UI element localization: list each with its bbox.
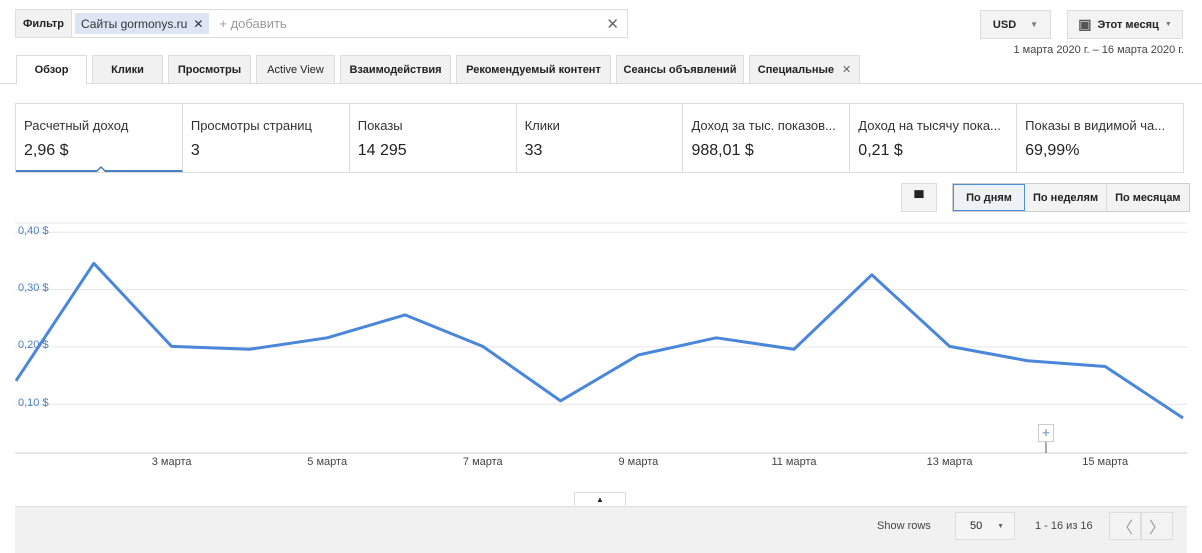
metric-value: 69,99% [1025, 142, 1080, 159]
collapse-chart-button[interactable]: ▲ [574, 492, 626, 507]
report-tabs: Обзор Клики Просмотры Active View Взаимо… [0, 55, 1202, 85]
x-tick-label: 5 марта [307, 456, 348, 468]
metric-card[interactable]: Показы в видимой ча... 69,99% [1017, 104, 1183, 172]
metric-value: 0,21 $ [858, 142, 903, 159]
metric-card[interactable]: Расчетный доход 2,96 $ [16, 104, 183, 172]
filter-bar: Фильтр Сайты gormonys.ru ✕ + добавить ✕ [15, 9, 628, 38]
metric-card[interactable]: Доход на тысячу пока... 0,21 $ [850, 104, 1018, 172]
x-tick-label: 3 марта [151, 456, 192, 468]
metric-cards: Расчетный доход 2,96 $ Просмотры страниц 3 П… [15, 103, 1184, 173]
filter-button[interactable]: Фильтр [16, 10, 72, 37]
metric-label: Доход на тысячу пока... [858, 118, 1001, 133]
x-tick-label: 15 марта [1082, 456, 1129, 468]
filter-chip-label: Сайты gormonys.ru [81, 16, 188, 31]
chevron-down-icon: ▼ [997, 522, 1004, 530]
metric-value: 3 [190, 142, 200, 159]
by-day-button[interactable]: По дням [953, 184, 1025, 211]
y-tick-label: 0,40 $ [18, 224, 49, 237]
tab-overview[interactable]: Обзор [16, 55, 87, 85]
close-icon[interactable]: ✕ [842, 63, 851, 76]
revenue-chart [14, 222, 1187, 454]
currency-label: USD [992, 18, 1017, 31]
calendar-icon: ▣ [1078, 16, 1092, 32]
caret-icon [96, 166, 106, 172]
period-dropdown[interactable]: ▣ Этот месяц ▼ [1067, 10, 1183, 39]
y-tick-label: 0,30 $ [18, 282, 49, 295]
metric-label: Доход за тыс. показов... [691, 118, 836, 133]
filter-chip[interactable]: Сайты gormonys.ru ✕ [75, 13, 210, 34]
metric-label: Показы в видимой ча... [1025, 118, 1166, 133]
currency-dropdown[interactable]: USD ▼ [980, 10, 1051, 39]
metric-value: 2,96 $ [24, 142, 69, 159]
metric-card[interactable]: Показы 14 295 [350, 104, 517, 172]
tab-recommended[interactable]: Рекомендуемый контент [456, 55, 611, 84]
metric-label: Расчетный доход [24, 118, 129, 133]
metric-label: Показы [357, 118, 403, 133]
x-tick-label: 13 марта [926, 456, 973, 468]
rows-per-page-select[interactable]: 50 ▼ [955, 512, 1015, 540]
close-icon[interactable]: ✕ [193, 17, 203, 31]
prev-page-button[interactable]: 〈 [1109, 512, 1141, 540]
metric-label: Просмотры страниц [190, 118, 312, 133]
rows-value: 50 [970, 520, 983, 532]
y-tick-label: 0,10 $ [18, 396, 49, 409]
by-week-button[interactable]: По неделям [1025, 184, 1108, 211]
show-rows-label: Show rows [877, 520, 931, 532]
chevron-down-icon: ▼ [1030, 20, 1039, 29]
metric-card[interactable]: Клики 33 [517, 104, 684, 172]
x-tick-label: 11 марта [771, 456, 817, 468]
clear-icon[interactable]: ✕ [606, 15, 619, 33]
tab-custom-label: Специальные [757, 63, 835, 76]
metric-value: 33 [524, 142, 543, 159]
tab-active-view[interactable]: Active View [256, 55, 335, 84]
pagination-text: 1 - 16 из 16 [1035, 520, 1093, 532]
metric-value: 14 295 [357, 142, 407, 159]
metric-card[interactable]: Доход за тыс. показов... 988,01 $ [683, 104, 851, 172]
y-tick-label: 0,20 $ [18, 339, 49, 352]
annotations-button[interactable]: ▀ [901, 183, 937, 212]
chevron-down-icon: ▼ [1164, 21, 1172, 28]
period-label: Этот месяц [1097, 18, 1159, 31]
add-annotation-icon[interactable]: + [1038, 424, 1054, 442]
comment-icon: ▀ [914, 190, 924, 205]
tab-interactions[interactable]: Взаимодействия [340, 55, 451, 84]
tab-custom[interactable]: Специальные ✕ [749, 55, 860, 84]
metric-label: Клики [524, 118, 560, 133]
metric-value: 988,01 $ [691, 142, 754, 159]
granularity-toggle: По дням По неделям По месяцам [952, 183, 1190, 212]
revenue-line [14, 261, 1184, 420]
by-month-button[interactable]: По месяцам [1107, 184, 1189, 211]
table-toolbar: Show rows 50 ▼ 1 - 16 из 16 〈 〉 [15, 506, 1187, 553]
tab-clicks[interactable]: Клики [92, 55, 163, 84]
tab-ad-sessions[interactable]: Сеансы объявлений [616, 55, 744, 84]
x-tick-label: 9 марта [618, 456, 659, 468]
metric-card[interactable]: Просмотры страниц 3 [183, 104, 350, 172]
tab-views[interactable]: Просмотры [168, 55, 251, 84]
add-filter-input[interactable]: + добавить [219, 16, 606, 31]
x-tick-label: 7 марта [462, 456, 503, 468]
next-page-button[interactable]: 〉 [1141, 512, 1173, 540]
